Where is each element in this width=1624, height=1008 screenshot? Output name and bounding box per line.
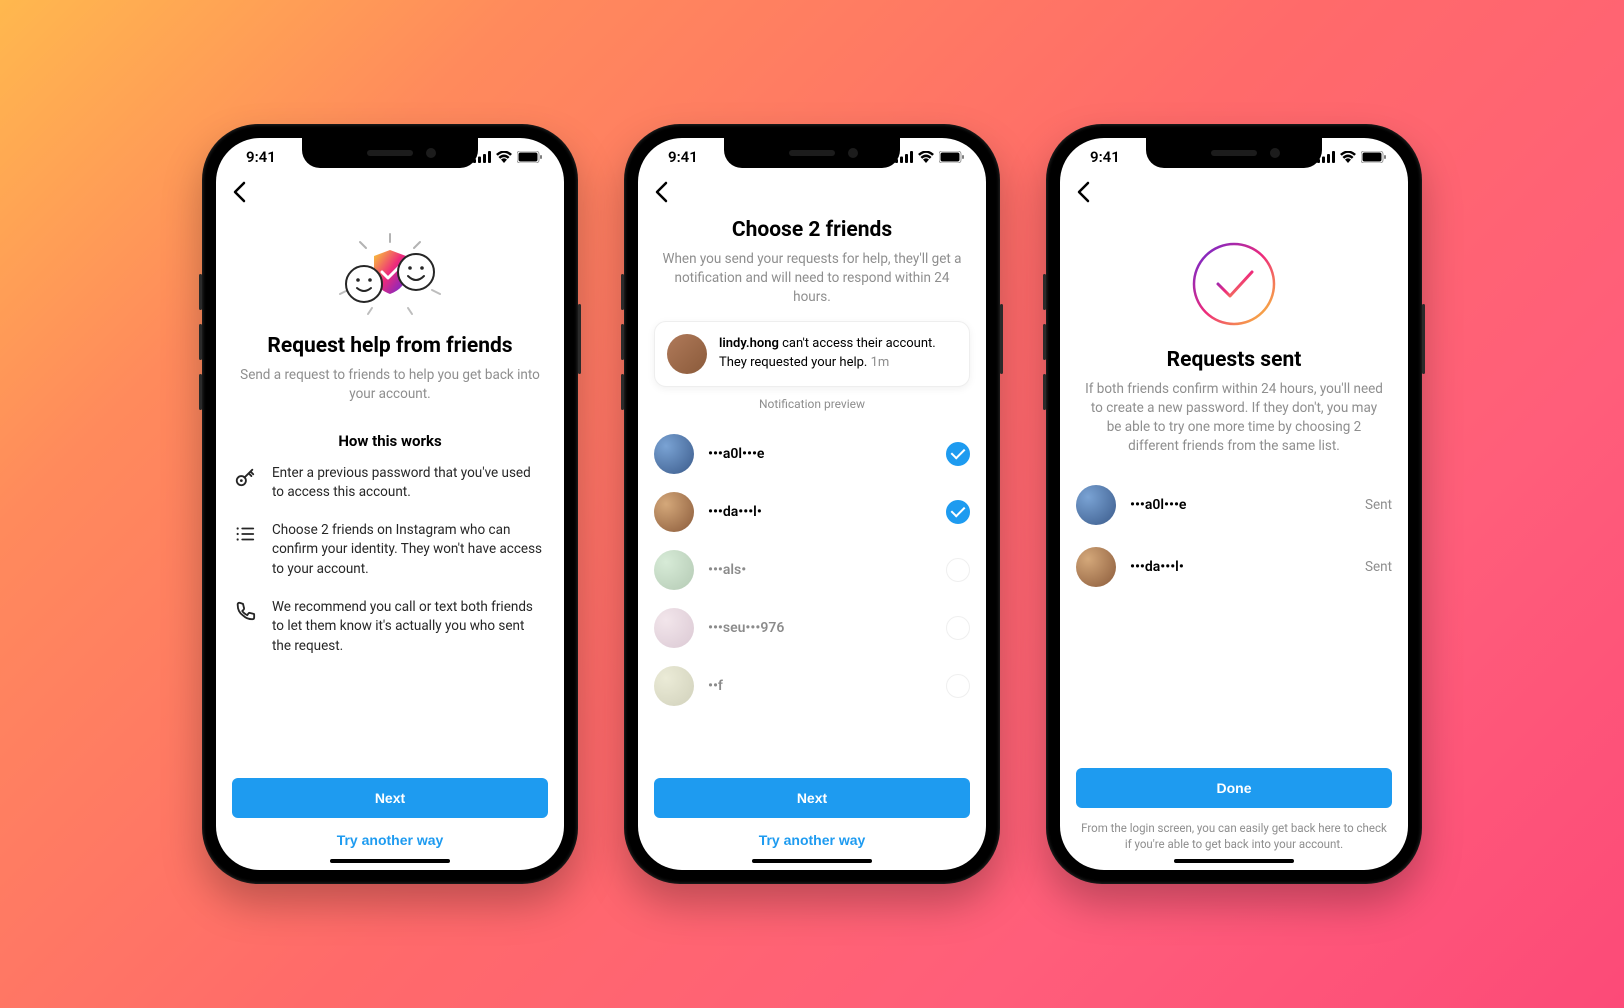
avatar [667,334,707,374]
status-time: 9:41 [246,148,276,166]
avatar [654,550,694,590]
friend-row[interactable]: •••seu•••976 [654,599,970,657]
friend-row[interactable]: •••a0l•••e [654,425,970,483]
section-title: How this works [232,432,548,450]
avatar [654,666,694,706]
nav-bar [1060,176,1408,212]
next-button[interactable]: Next [232,778,548,818]
notification-text: lindy.hong can't access their account. T… [719,335,957,371]
sent-status: Sent [1365,497,1392,513]
sent-row: •••a0l•••e Sent [1076,474,1392,536]
wifi-icon [918,151,934,163]
phone-icon [234,598,256,657]
page-subtitle: When you send your requests for help, th… [654,250,970,307]
checkbox-selected-icon[interactable] [946,500,970,524]
status-time: 9:41 [1090,148,1120,166]
page-subtitle: If both friends confirm within 24 hours,… [1076,380,1392,456]
howto-text-2: Choose 2 friends on Instagram who can co… [272,521,546,580]
battery-icon [939,151,964,163]
checkbox-unselected-icon[interactable] [946,616,970,640]
try-another-way-button[interactable]: Try another way [654,818,970,862]
screen-2: 9:41 Choose 2 friends When you send your… [638,138,986,870]
avatar [1076,547,1116,587]
friend-row[interactable]: ••f [654,657,970,715]
phone-frame-3: 9:41 Requests sent If both friends conf [1046,124,1422,884]
battery-icon [1361,151,1386,163]
footer-note: From the login screen, you can easily ge… [1076,808,1392,852]
list-icon [234,521,256,580]
battery-icon [517,151,542,163]
friends-shield-icon [320,230,460,318]
back-button[interactable] [650,176,672,212]
checkbox-selected-icon[interactable] [946,442,970,466]
howto-step-3: We recommend you call or text both frien… [232,598,548,657]
friend-name: ••f [708,678,932,694]
wifi-icon [496,151,512,163]
screen-3: 9:41 Requests sent If both friends conf [1060,138,1408,870]
home-indicator[interactable] [1174,859,1294,864]
howto-text-3: We recommend you call or text both frien… [272,598,546,657]
back-button[interactable] [1072,176,1094,212]
friend-name: •••da•••l• [708,504,932,520]
home-indicator[interactable] [752,859,872,864]
screen-1: 9:41 [216,138,564,870]
howto-step-2: Choose 2 friends on Instagram who can co… [232,521,548,580]
howto-step-1: Enter a previous password that you've us… [232,464,548,503]
notification-preview-card: lindy.hong can't access their account. T… [654,321,970,387]
friend-name: •••seu•••976 [708,620,932,636]
checkbox-unselected-icon[interactable] [946,558,970,582]
avatar [654,608,694,648]
sent-status: Sent [1365,559,1392,575]
nav-bar [638,176,986,212]
phone-frame-1: 9:41 [202,124,578,884]
home-indicator[interactable] [330,859,450,864]
phone-frame-2: 9:41 Choose 2 friends When you send your… [624,124,1000,884]
page-subtitle: Send a request to friends to help you ge… [232,366,548,404]
preview-label: Notification preview [654,397,970,411]
howto-text-1: Enter a previous password that you've us… [272,464,546,503]
friend-name: •••da•••l• [1130,559,1351,575]
friend-name: •••a0l•••e [1130,497,1351,513]
page-title: Requests sent [1076,348,1392,372]
success-check-icon [1192,242,1276,326]
notch [724,138,900,168]
friend-name: •••als• [708,562,932,578]
nav-bar [216,176,564,212]
friend-row[interactable]: •••da•••l• [654,483,970,541]
notch [1146,138,1322,168]
wifi-icon [1340,151,1356,163]
page-title: Request help from friends [232,334,548,358]
key-icon [234,464,256,503]
try-another-way-button[interactable]: Try another way [232,818,548,862]
avatar [654,434,694,474]
friend-name: •••a0l•••e [708,446,932,462]
avatar [1076,485,1116,525]
notch [302,138,478,168]
back-button[interactable] [228,176,250,212]
next-button[interactable]: Next [654,778,970,818]
done-button[interactable]: Done [1076,768,1392,808]
friend-row[interactable]: •••als• [654,541,970,599]
page-title: Choose 2 friends [654,218,970,242]
checkbox-unselected-icon[interactable] [946,674,970,698]
avatar [654,492,694,532]
status-time: 9:41 [668,148,698,166]
sent-row: •••da•••l• Sent [1076,536,1392,598]
